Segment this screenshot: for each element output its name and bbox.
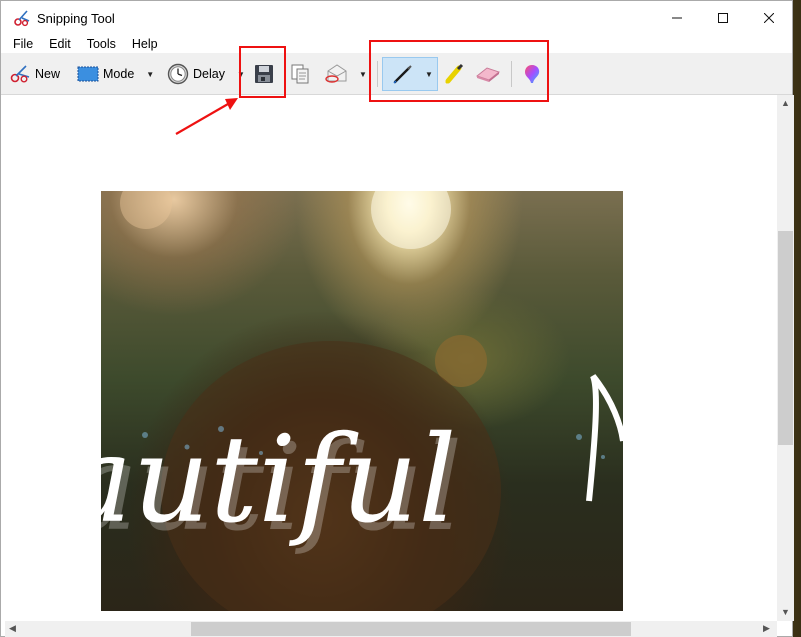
close-button[interactable]	[746, 1, 792, 35]
scroll-right-icon[interactable]: ▶	[763, 623, 770, 634]
horizontal-scrollbar[interactable]: ◀ ▶	[5, 621, 777, 637]
vertical-scrollbar[interactable]: ▲ ▼	[777, 95, 794, 621]
annotation-arrow	[175, 98, 238, 135]
script-letter-partial	[586, 374, 623, 502]
scroll-up-icon[interactable]: ▲	[781, 98, 790, 108]
menu-tools[interactable]: Tools	[79, 37, 124, 51]
copy-button[interactable]	[289, 53, 311, 95]
window-title: Snipping Tool	[37, 10, 115, 26]
send-dropdown-icon[interactable]: ▼	[359, 70, 367, 79]
menu-help[interactable]: Help	[124, 37, 166, 51]
clock-icon	[167, 63, 189, 85]
maximize-icon	[718, 13, 728, 23]
menu-file[interactable]: File	[5, 37, 41, 51]
new-snip-icon	[10, 65, 30, 83]
scroll-down-icon[interactable]: ▼	[781, 607, 790, 617]
menu-edit[interactable]: Edit	[41, 37, 79, 51]
title-bar: Snipping Tool	[1, 1, 792, 35]
drawing-tools-highlight-box	[369, 40, 549, 102]
vertical-scroll-thumb[interactable]	[778, 231, 793, 445]
maximize-button[interactable]	[700, 1, 746, 35]
rectangle-mode-icon	[77, 66, 99, 82]
mode-dropdown-icon[interactable]: ▼	[146, 70, 154, 79]
new-label: New	[35, 67, 61, 81]
send-snip-button[interactable]: ▼	[323, 53, 367, 95]
snip-canvas: autiful autiful	[5, 95, 777, 621]
horizontal-scroll-thumb[interactable]	[191, 622, 631, 636]
minimize-icon	[672, 17, 682, 19]
new-button[interactable]: New	[9, 53, 60, 95]
close-icon	[764, 13, 774, 23]
copy-icon	[291, 64, 309, 84]
image-overlay: autiful autiful	[101, 191, 623, 611]
image-script-text: autiful	[101, 411, 457, 550]
scroll-left-icon[interactable]: ◀	[9, 623, 16, 634]
scissors-icon	[13, 9, 31, 27]
snipped-image: autiful autiful	[101, 191, 623, 611]
mode-label: Mode	[103, 67, 135, 81]
minimize-button[interactable]	[654, 1, 700, 35]
save-highlight-box	[239, 46, 286, 98]
send-email-icon	[325, 64, 347, 83]
mode-button[interactable]: Mode ▼	[77, 53, 154, 95]
delay-button[interactable]: Delay ▼	[167, 53, 245, 95]
delay-label: Delay	[193, 67, 225, 81]
